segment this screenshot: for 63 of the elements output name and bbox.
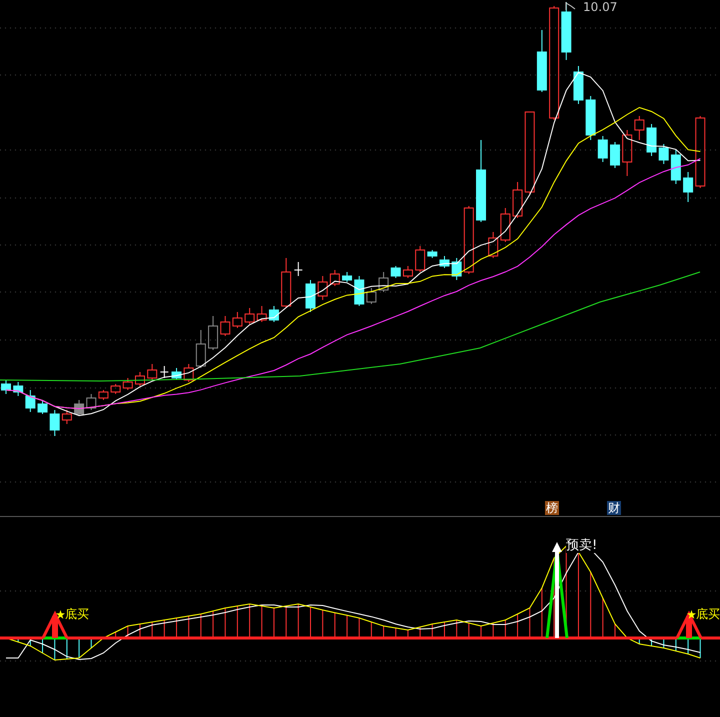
price-label: 10.07 — [583, 0, 618, 14]
candlestick — [281, 258, 292, 308]
candlestick — [196, 330, 206, 368]
candlestick — [86, 394, 96, 410]
candlestick — [172, 368, 182, 380]
candlestick — [232, 312, 242, 328]
candlestick — [62, 410, 72, 424]
candlestick — [318, 276, 328, 300]
candlestick — [122, 378, 133, 390]
candlestick — [634, 116, 644, 140]
candlestick — [147, 364, 158, 380]
star-icon — [56, 610, 65, 618]
candlestick — [110, 384, 121, 394]
candlestick — [378, 272, 389, 292]
candlestick — [74, 400, 84, 416]
signal-label: 底买 — [696, 607, 720, 621]
candlestick — [390, 266, 401, 278]
candlestick — [598, 136, 608, 162]
candlestick — [220, 316, 230, 336]
tag-badge: 财 — [607, 501, 621, 515]
candlestick — [415, 246, 426, 272]
candlestick — [488, 232, 498, 258]
candlestick — [330, 270, 340, 286]
candlestick — [294, 262, 303, 276]
signal-label: 预卖! — [566, 539, 598, 553]
signal-label: 底买 — [65, 607, 89, 621]
candlestick — [536, 30, 547, 92]
candlestick — [13, 382, 24, 396]
candlestick — [98, 390, 108, 400]
candlestick — [25, 390, 36, 412]
candlestick — [38, 400, 48, 414]
candlestick — [268, 306, 279, 322]
candlestick — [354, 276, 364, 306]
candlestick — [160, 366, 169, 378]
candlestick — [622, 130, 632, 176]
candlestick — [452, 258, 462, 280]
candlestick — [561, 2, 572, 60]
candlestick — [1, 380, 11, 394]
candlestick — [500, 208, 510, 242]
candlestick — [586, 96, 596, 140]
star-icon — [687, 610, 696, 618]
candlestick — [342, 272, 352, 282]
candlestick — [464, 206, 474, 274]
candlestick — [244, 308, 255, 324]
candlestick — [439, 256, 450, 268]
candlestick — [512, 182, 523, 218]
candlestick — [683, 172, 694, 202]
candlestick — [573, 66, 584, 104]
tag-badge: 榜 — [545, 501, 559, 515]
candlestick — [402, 266, 413, 278]
flag-icon — [566, 2, 576, 10]
candlestick — [306, 280, 316, 312]
candlestick — [658, 144, 669, 164]
candlestick — [670, 150, 681, 184]
candlestick — [184, 364, 194, 382]
candlestick — [427, 250, 438, 258]
candlestick — [50, 410, 60, 436]
candlestick — [646, 124, 657, 156]
candlestick — [134, 372, 145, 386]
candlestick — [610, 142, 620, 168]
candlestick — [366, 288, 376, 304]
candlestick — [256, 306, 267, 322]
candlestick — [208, 316, 218, 350]
